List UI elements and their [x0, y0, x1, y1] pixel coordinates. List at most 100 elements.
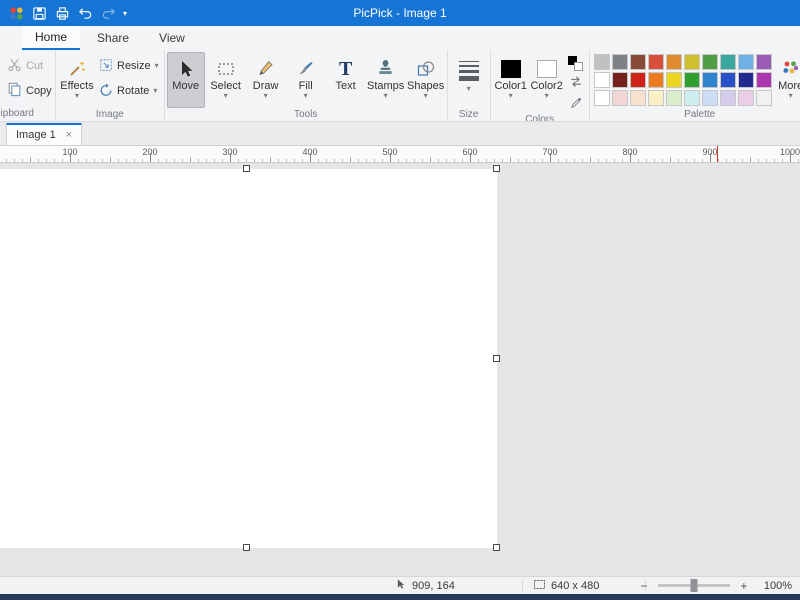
palette-swatch[interactable] [683, 72, 700, 88]
ruler-cursor-marker [717, 146, 718, 162]
rotate-button[interactable]: Rotate ▾ [96, 80, 162, 102]
palette-swatch[interactable] [719, 90, 736, 106]
close-icon[interactable]: × [66, 129, 72, 141]
palette-swatch[interactable] [701, 72, 718, 88]
palette-swatch[interactable] [701, 54, 718, 70]
palette-swatch[interactable] [593, 54, 610, 70]
palette-swatch[interactable] [737, 72, 754, 88]
ruler-tick [534, 159, 535, 162]
document-tab-bar: Image 1 × [0, 122, 800, 146]
print-icon[interactable] [54, 5, 70, 21]
toolbar-caret-icon[interactable]: ▾ [123, 9, 127, 18]
palette-swatch[interactable] [647, 90, 664, 106]
palette-swatch[interactable] [611, 72, 628, 88]
ruler-tick [742, 159, 743, 162]
cut-button[interactable]: Cut [4, 55, 55, 77]
tool-text-button[interactable]: T Text [327, 52, 365, 108]
ruler-tick [678, 159, 679, 162]
palette-swatch[interactable] [665, 90, 682, 106]
palette-swatch[interactable] [593, 90, 610, 106]
tool-select-button[interactable]: Select ▾ [207, 52, 245, 108]
workspace [0, 163, 800, 576]
effects-button[interactable]: Effects ▾ [58, 52, 96, 108]
ruler-tick [598, 159, 599, 162]
ruler-tick [350, 157, 351, 162]
palette-swatch[interactable] [593, 72, 610, 88]
palette-swatch[interactable] [755, 54, 772, 70]
undo-icon[interactable] [77, 5, 93, 21]
tool-stamps-button[interactable]: Stamps ▾ [367, 52, 405, 108]
palette-swatch[interactable] [629, 72, 646, 88]
ruler-tick [222, 159, 223, 162]
palette-swatch[interactable] [629, 90, 646, 106]
text-icon: T [338, 57, 353, 80]
zoom-out-button[interactable]: − [638, 579, 650, 593]
ruler-tick [622, 159, 623, 162]
palette-swatch[interactable] [611, 90, 628, 106]
palette-swatch[interactable] [647, 72, 664, 88]
palette-swatch[interactable] [719, 54, 736, 70]
magic-wand-icon [69, 57, 86, 80]
tab-share[interactable]: Share [84, 26, 142, 50]
resize-button[interactable]: Resize ▾ [96, 55, 162, 77]
palette-swatch[interactable] [647, 54, 664, 70]
canvas[interactable] [0, 169, 497, 548]
tool-move-button[interactable]: Move [166, 52, 205, 108]
palette-swatch[interactable] [665, 54, 682, 70]
copy-button[interactable]: Copy [4, 80, 55, 102]
select-marquee-icon [217, 57, 235, 80]
palette-swatch[interactable] [683, 54, 700, 70]
tab-home[interactable]: Home [22, 26, 81, 50]
tool-shapes-button[interactable]: Shapes ▾ [407, 52, 445, 108]
palette-swatch[interactable] [611, 54, 628, 70]
ruler-tick [734, 159, 735, 162]
color1-button[interactable]: Color1 ▾ [493, 52, 529, 108]
ruler-tick [190, 157, 191, 162]
save-icon[interactable] [31, 5, 47, 21]
ruler-tick [118, 159, 119, 162]
ruler-tick [718, 159, 719, 162]
group-tools-label: Tools [293, 109, 318, 120]
zoom-slider[interactable] [657, 579, 730, 592]
ruler-tick [262, 159, 263, 162]
eyedropper-icon[interactable] [569, 96, 583, 113]
ruler-tick [558, 159, 559, 162]
palette-swatch[interactable] [737, 90, 754, 106]
cursor-position: 909, 164 [396, 577, 455, 594]
shapes-icon [417, 57, 435, 80]
swap-colors-icon[interactable] [569, 75, 583, 92]
statusbar-divider [522, 580, 523, 591]
move-cursor-icon [177, 57, 195, 80]
palette-swatch[interactable] [737, 54, 754, 70]
palette-swatch[interactable] [755, 90, 772, 106]
tool-fill-button[interactable]: Fill ▾ [287, 52, 325, 108]
palette-swatch[interactable] [629, 54, 646, 70]
palette-swatch[interactable] [683, 90, 700, 106]
tab-view[interactable]: View [146, 26, 198, 50]
chevron-down-icon: ▾ [423, 91, 428, 100]
mini-color-indicator [568, 56, 584, 71]
redo-icon[interactable] [100, 5, 116, 21]
palette-swatch[interactable] [755, 72, 772, 88]
tool-draw-button[interactable]: Draw ▾ [247, 52, 285, 108]
selection-handle-top-middle[interactable] [243, 165, 250, 172]
zoom-slider-thumb[interactable] [690, 579, 698, 592]
ruler-tick [662, 159, 663, 162]
group-palette: More ▾ Palette [590, 50, 800, 121]
more-colors-button[interactable]: More ▾ [774, 52, 800, 108]
ruler-tick [318, 159, 319, 162]
zoom-in-button[interactable]: + [738, 579, 750, 593]
palette-swatch[interactable] [701, 90, 718, 106]
line-size-button[interactable]: ▾ [450, 52, 488, 108]
color2-button[interactable]: Color2 ▾ [529, 52, 565, 108]
ruler-tick [182, 159, 183, 162]
tab-image1[interactable]: Image 1 × [6, 123, 83, 145]
palette-swatch[interactable] [719, 72, 736, 88]
selection-handle-bottom-middle[interactable] [243, 544, 250, 551]
selection-handle-middle-right[interactable] [493, 355, 500, 362]
selection-handle-bottom-right[interactable] [493, 544, 500, 551]
palette-swatch[interactable] [665, 72, 682, 88]
chevron-down-icon: ▾ [544, 91, 549, 100]
ruler-tick [750, 157, 751, 162]
selection-handle-top-right[interactable] [493, 165, 500, 172]
